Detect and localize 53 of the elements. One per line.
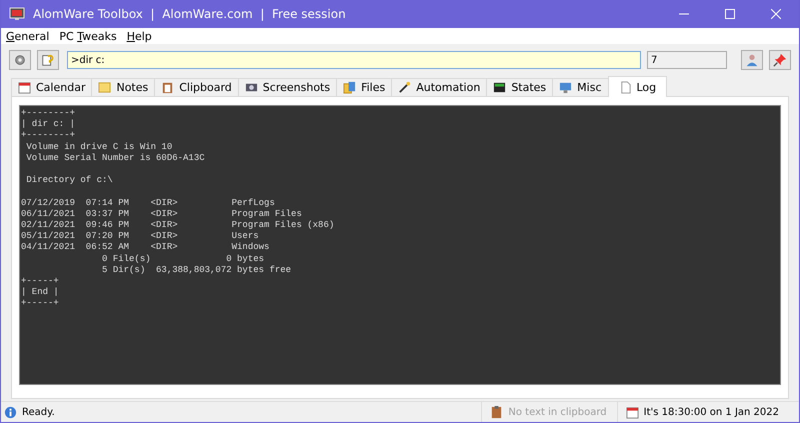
screen-icon <box>559 81 572 94</box>
log-line: Directory of c:\ <box>25 175 113 186</box>
pin-button[interactable] <box>769 50 791 70</box>
tab[interactable]: Misc <box>552 78 608 96</box>
tab[interactable]: Log <box>608 76 668 97</box>
settings-button[interactable] <box>9 50 31 70</box>
log-line: 02/11/2021 09:46 PM <DIR> Program Files (x86) <box>21 220 334 232</box>
tab[interactable]: Calendar <box>11 78 92 96</box>
log-line: | dir c: | <box>21 119 76 130</box>
log-line: 5 Dir(s) 63,388,803,072 bytes free <box>101 264 292 276</box>
clipboard-icon <box>490 406 504 418</box>
count-field[interactable]: 7 <box>647 51 727 69</box>
tab[interactable]: Automation <box>391 78 488 96</box>
menu-item[interactable]: Help <box>126 30 152 42</box>
log-line: 04/11/2021 06:52 AM <DIR> Windows <box>21 242 270 254</box>
log-line: +-----+ <box>21 276 59 288</box>
calendar-icon <box>626 406 639 418</box>
clock-text: It's 18:30:00 on 1 Jan 2022 <box>644 406 779 418</box>
tab[interactable]: Notes <box>91 78 156 96</box>
log-line: 07/12/2019 07:14 PM <DIR> PerfLogs <box>21 198 275 209</box>
folder-icon <box>343 81 356 94</box>
menu-item[interactable]: PC Tweaks <box>59 30 117 42</box>
log-line: Volume in drive C is Win 10 <box>25 142 172 153</box>
question-document-icon <box>41 53 55 67</box>
camera-icon <box>244 81 258 94</box>
tab[interactable]: Files <box>336 78 392 96</box>
log-line: | End | <box>21 287 59 298</box>
gear-icon <box>13 53 27 67</box>
user-icon <box>745 53 759 67</box>
notepad-icon <box>98 81 112 94</box>
window-title: AlomWare Toolbox | AlomWare.com | Free session <box>33 7 347 21</box>
info-icon <box>4 406 17 418</box>
command-field[interactable]: >dir c: <box>67 51 641 69</box>
tab[interactable]: Clipboard <box>154 78 239 96</box>
pin-icon <box>773 53 787 67</box>
monitor-icon <box>493 81 506 94</box>
help-button[interactable] <box>37 50 59 70</box>
log-line: +-----+ <box>21 298 59 310</box>
log-line: +--------+ <box>21 130 76 142</box>
calendar-icon <box>18 81 31 94</box>
log-line: 06/11/2021 03:37 PM <DIR> Program Files <box>21 208 302 220</box>
log-line: 0 File(s) 0 bytes <box>101 254 264 265</box>
clipboard-status: No text in clipboard <box>508 406 607 418</box>
menu-item[interactable]: General <box>6 30 50 42</box>
log-line: 05/11/2021 07:20 PM <DIR> Users <box>21 231 259 242</box>
user-button[interactable] <box>741 50 763 70</box>
app-icon <box>9 6 25 22</box>
wand-icon <box>398 81 412 94</box>
document-icon <box>618 80 632 94</box>
status-message: Ready. <box>22 406 55 418</box>
clipboard-icon <box>161 81 174 94</box>
log-line: +--------+ <box>21 108 76 120</box>
log-line: Volume Serial Number is 60D6-A13C <box>25 152 205 164</box>
